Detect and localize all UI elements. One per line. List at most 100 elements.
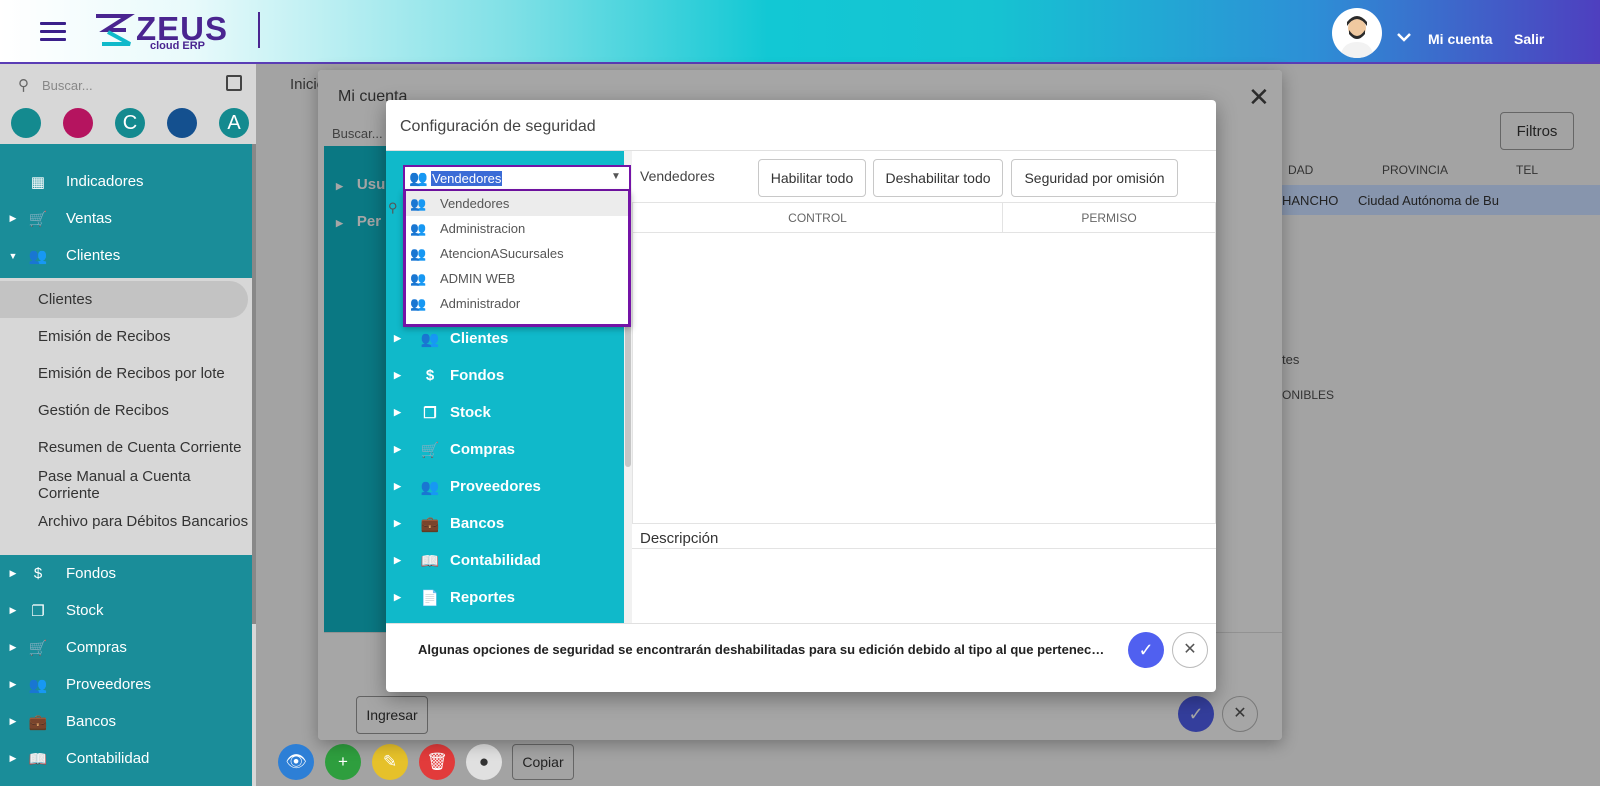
caret-right-icon: ▶ bbox=[394, 592, 401, 602]
sidebar-subitem-clientes[interactable]: Clientes bbox=[0, 281, 248, 318]
security-modal-title: Configuración de seguridad bbox=[400, 118, 596, 135]
search-icon: ⚲ bbox=[18, 77, 29, 94]
disable-all-button[interactable]: Deshabilitar todo bbox=[873, 159, 1003, 197]
caret-right-icon: ▶ bbox=[9, 753, 17, 763]
book-icon: 📖 bbox=[28, 750, 48, 768]
default-security-button[interactable]: Seguridad por omisión bbox=[1011, 159, 1178, 197]
caret-down-icon: ▼ bbox=[611, 171, 621, 182]
shortcut-2[interactable] bbox=[63, 108, 93, 138]
group-option[interactable]: 👥 Vendedores bbox=[406, 191, 628, 216]
sidebar-subitem-emision-recibos[interactable]: Emisión de Recibos bbox=[0, 318, 252, 355]
security-confirm-button[interactable]: ✓ bbox=[1128, 632, 1164, 668]
logo-mark-icon bbox=[96, 14, 135, 46]
permissions-grid: CONTROL PERMISO bbox=[632, 202, 1216, 524]
security-footer-divider bbox=[386, 623, 1216, 624]
avatar[interactable] bbox=[1332, 8, 1382, 58]
cart-icon: 🛒 bbox=[28, 210, 48, 228]
sidebar-subitem-pase-manual-cc[interactable]: Pase Manual a Cuenta Corriente bbox=[0, 466, 252, 503]
security-cancel-button[interactable]: ✕ bbox=[1172, 632, 1208, 668]
stock-icon: ❐ bbox=[423, 404, 437, 422]
user-group-icon: 👥 bbox=[410, 295, 427, 311]
sidebar-item-clientes[interactable]: ▼ 👥 Clientes bbox=[0, 237, 252, 274]
caret-right-icon: ▶ bbox=[394, 444, 401, 454]
group-option[interactable]: 👥 AtencionASucursales bbox=[406, 241, 628, 266]
group-option[interactable]: 👥 Administracion bbox=[406, 216, 628, 241]
caret-right-icon: ▶ bbox=[394, 407, 401, 417]
people-icon: 👥 bbox=[28, 676, 48, 694]
security-tree-item-compras[interactable]: ▶ 🛒 Compras bbox=[394, 431, 619, 468]
book-icon: 📖 bbox=[420, 552, 440, 570]
sidebar-item-fondos[interactable]: ▶ $ Fondos bbox=[0, 555, 252, 592]
caret-right-icon: ▶ bbox=[9, 642, 17, 652]
caret-right-icon: ▶ bbox=[9, 568, 17, 578]
tree-search-icon: ⚲ bbox=[388, 200, 398, 215]
sidebar-subitem-emision-recibos-lote[interactable]: Emisión de Recibos por lote bbox=[0, 355, 252, 392]
fullscreen-icon[interactable] bbox=[226, 75, 242, 91]
people-icon: 👥 bbox=[420, 478, 440, 496]
shortcut-5[interactable]: A bbox=[219, 108, 249, 138]
caret-right-icon: ▶ bbox=[9, 679, 17, 689]
people-icon: 👥 bbox=[420, 330, 440, 348]
sidebar-item-compras[interactable]: ▶ 🛒 Compras bbox=[0, 629, 252, 666]
security-tree-item-reportes[interactable]: ▶ 📄 Reportes bbox=[394, 579, 619, 616]
briefcase-icon: 💼 bbox=[28, 713, 48, 731]
sidebar-item-ventas[interactable]: ▶ 🛒 Ventas bbox=[0, 200, 252, 237]
caret-down-icon: ▼ bbox=[8, 250, 18, 261]
caret-right-icon: ▶ bbox=[394, 555, 401, 565]
caret-right-icon: ▶ bbox=[9, 716, 17, 726]
report-icon: 📄 bbox=[420, 589, 440, 607]
caret-right-icon: ▶ bbox=[394, 481, 401, 491]
dollar-icon: $ bbox=[425, 367, 435, 384]
sidebar-subitem-gestion-recibos[interactable]: Gestión de Recibos bbox=[0, 392, 252, 429]
cart-icon: 🛒 bbox=[420, 441, 440, 459]
security-tree-item-bancos[interactable]: ▶ 💼 Bancos bbox=[394, 505, 619, 542]
user-group-icon: 👥 bbox=[410, 220, 427, 236]
user-group-icon: 👥 bbox=[410, 270, 427, 286]
shortcut-4[interactable] bbox=[167, 108, 197, 138]
group-dropdown: 👥 Vendedores 👥 Administracion 👥 AtencionASu… bbox=[403, 191, 631, 327]
logout-link[interactable]: Salir bbox=[1514, 31, 1544, 47]
security-tree-item-contabilidad[interactable]: ▶ 📖 Contabilidad bbox=[394, 542, 619, 579]
sidebar-item-bancos[interactable]: ▶ 💼 Bancos bbox=[0, 703, 252, 740]
sidebar-search-input[interactable]: Buscar... bbox=[42, 78, 93, 93]
user-group-icon: 👥 bbox=[410, 195, 427, 211]
caret-right-icon: ▶ bbox=[394, 518, 401, 528]
people-icon: 👥 bbox=[28, 247, 48, 265]
group-label: Vendedores bbox=[640, 168, 715, 184]
security-tree-item-stock[interactable]: ▶ ❐ Stock bbox=[394, 394, 619, 431]
chevron-down-icon[interactable] bbox=[1396, 30, 1412, 42]
account-link[interactable]: Mi cuenta bbox=[1428, 31, 1493, 47]
shortcut-3[interactable]: C bbox=[115, 108, 145, 138]
logo-subtitle: cloud ERP bbox=[150, 40, 206, 52]
caret-right-icon: ▶ bbox=[394, 333, 401, 343]
dollar-icon: $ bbox=[33, 565, 43, 582]
sidebar-subitem-debitos-bancarios[interactable]: Archivo para Débitos Bancarios bbox=[0, 503, 252, 540]
cart-icon: 🛒 bbox=[28, 639, 48, 657]
caret-right-icon: ▶ bbox=[9, 605, 17, 615]
col-permiso-header[interactable]: PERMISO bbox=[1003, 203, 1215, 233]
sidebar-item-stock[interactable]: ▶ ❐ Stock bbox=[0, 592, 252, 629]
menu-icon[interactable] bbox=[40, 22, 66, 42]
security-tree-item-proveedores[interactable]: ▶ 👥 Proveedores bbox=[394, 468, 619, 505]
stock-icon: ❐ bbox=[31, 602, 45, 620]
footer-message: Algunas opciones de seguridad se encontr… bbox=[418, 642, 1108, 657]
user-group-icon: 👥 bbox=[409, 170, 428, 187]
group-option[interactable]: 👥 ADMIN WEB bbox=[406, 266, 628, 291]
enable-all-button[interactable]: Habilitar todo bbox=[758, 159, 866, 197]
caret-right-icon: ▶ bbox=[394, 370, 401, 380]
sidebar-item-proveedores[interactable]: ▶ 👥 Proveedores bbox=[0, 666, 252, 703]
dashboard-icon: ▦ bbox=[30, 173, 46, 191]
sidebar-item-contabilidad[interactable]: ▶ 📖 Contabilidad bbox=[0, 740, 252, 777]
col-control-header[interactable]: CONTROL bbox=[633, 203, 1003, 233]
description-label: Descripción bbox=[640, 530, 719, 547]
group-option[interactable]: 👥 Administrador bbox=[406, 291, 628, 316]
header-divider bbox=[258, 12, 260, 48]
caret-right-icon: ▶ bbox=[9, 213, 17, 223]
security-tree-item-fondos[interactable]: ▶ $ Fondos bbox=[394, 357, 619, 394]
shortcut-1[interactable] bbox=[11, 108, 41, 138]
group-select-value: Vendedores bbox=[431, 171, 503, 186]
sidebar-subitem-resumen-cc[interactable]: Resumen de Cuenta Corriente bbox=[0, 429, 252, 466]
description-divider bbox=[632, 548, 1216, 549]
sidebar-item-indicadores[interactable]: ▦ Indicadores bbox=[0, 163, 252, 200]
group-select[interactable]: 👥 Vendedores ▼ bbox=[403, 165, 631, 191]
